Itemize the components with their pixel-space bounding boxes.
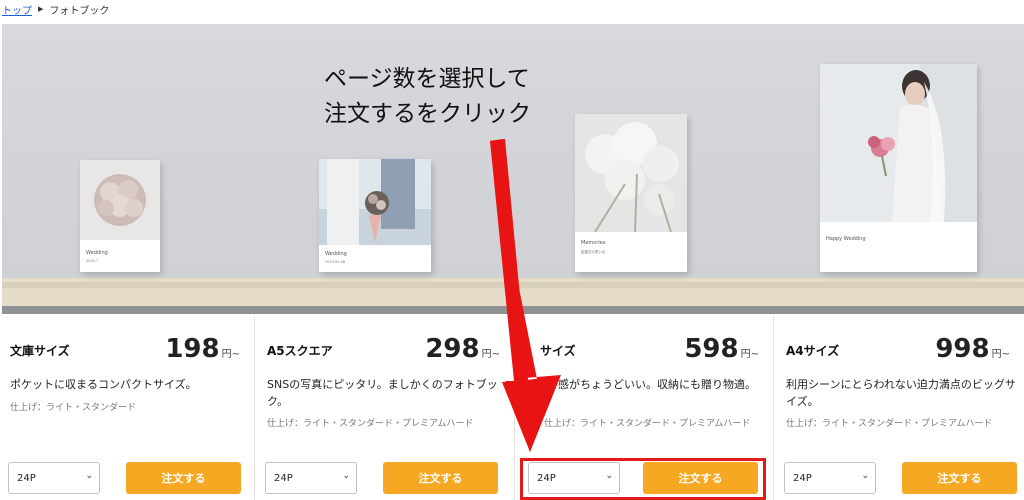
product-price: 198 円~ [165,334,240,364]
highlight-box [520,458,766,500]
chevron-down-icon: ⌄ [85,471,93,481]
product-name: A4サイズ [786,344,840,358]
photobook-a5-square: Wedding 2019.05.08 [319,159,431,272]
product-name: サイズ [540,344,576,358]
book-subcaption: 2019.05.08 [325,260,346,264]
breadcrumb-current: フォトブック [49,5,110,17]
photobook-a4: Happy Wedding [820,64,977,272]
wedding-couple-photo [319,159,431,245]
breadcrumb-separator-icon: ▶ [38,5,44,13]
product-finish: 仕上げ：ライト・スタンダード・プレミアムハード [267,419,474,429]
bride-photo [820,64,977,222]
chevron-down-icon: ⌄ [861,471,869,481]
product-finish: 仕上げ：ライト・スタンダード・プレミアムハード [786,419,993,429]
order-button[interactable]: 注文する [126,462,241,494]
product-finish: 仕上げ：ライト・スタンダード [10,403,137,413]
product-description: ポケットに収まるコンパクトサイズ。 [10,378,197,391]
chevron-down-icon: ⌄ [342,471,350,481]
product-price: 998 円~ [935,334,1010,364]
page-count-select[interactable]: 24P ⌄ [8,462,100,494]
product-description: SNSの写真にピッタリ。ましかくのフォトブック。 [267,378,498,408]
book-subcaption: 結婚式の思い出 [581,250,606,254]
product-price: 598 円~ [684,334,759,364]
book-caption: Wedding [325,251,347,257]
product-price: 298 円~ [425,334,500,364]
product-list: 文庫サイズ 198 円~ ポケットに収まるコンパクトサイズ。 仕上げ：ライト・スタ… [0,316,1024,500]
rose-bouquet-photo [80,160,160,240]
photobook-bunko: Wedding 2020.7 [80,160,160,272]
product-description: 利用シーンにとらわれない迫力満点のビッグサイズ。 [786,378,1016,408]
order-button[interactable]: 注文する [383,462,498,494]
product-name: A5スクエア [267,344,333,358]
product-card-a5-square: A5スクエア 298 円~ SNSの写真にピッタリ。ましかくのフォトブック。 仕上… [257,316,515,500]
product-finish: 仕上げ：ライト・スタンダード・プレミアムハード [544,419,751,429]
book-caption: Happy Wedding [826,236,866,242]
product-card-a4: A4サイズ 998 円~ 利用シーンにとらわれない迫力満点のビッグサイズ。 仕上げ… [776,316,1024,500]
book-caption: Wedding [86,250,108,256]
page-count-select[interactable]: 24P ⌄ [784,462,876,494]
order-button[interactable]: 注文する [902,462,1017,494]
page-count-select[interactable]: 24P ⌄ [265,462,357,494]
instruction-annotation: ページ数を選択して 注文するをクリック [324,66,531,127]
product-description: 感がちょうどいい。収納にも贈り物適。 [558,378,756,391]
product-name: 文庫サイズ [10,344,70,358]
photobook-a5: Memories 結婚式の思い出 [575,114,687,272]
book-subcaption: 2020.7 [86,259,99,263]
breadcrumb: トップ ▶ フォトブック [0,0,109,18]
product-card-bunko: 文庫サイズ 198 円~ ポケットに収まるコンパクトサイズ。 仕上げ：ライト・スタ… [0,316,255,500]
hero-banner: Wedding 2020.7 Wedding 2019.05.08 Memori… [2,24,1024,314]
book-caption: Memories [581,240,606,246]
babys-breath-photo [575,114,687,232]
breadcrumb-home-link[interactable]: トップ [2,2,32,17]
